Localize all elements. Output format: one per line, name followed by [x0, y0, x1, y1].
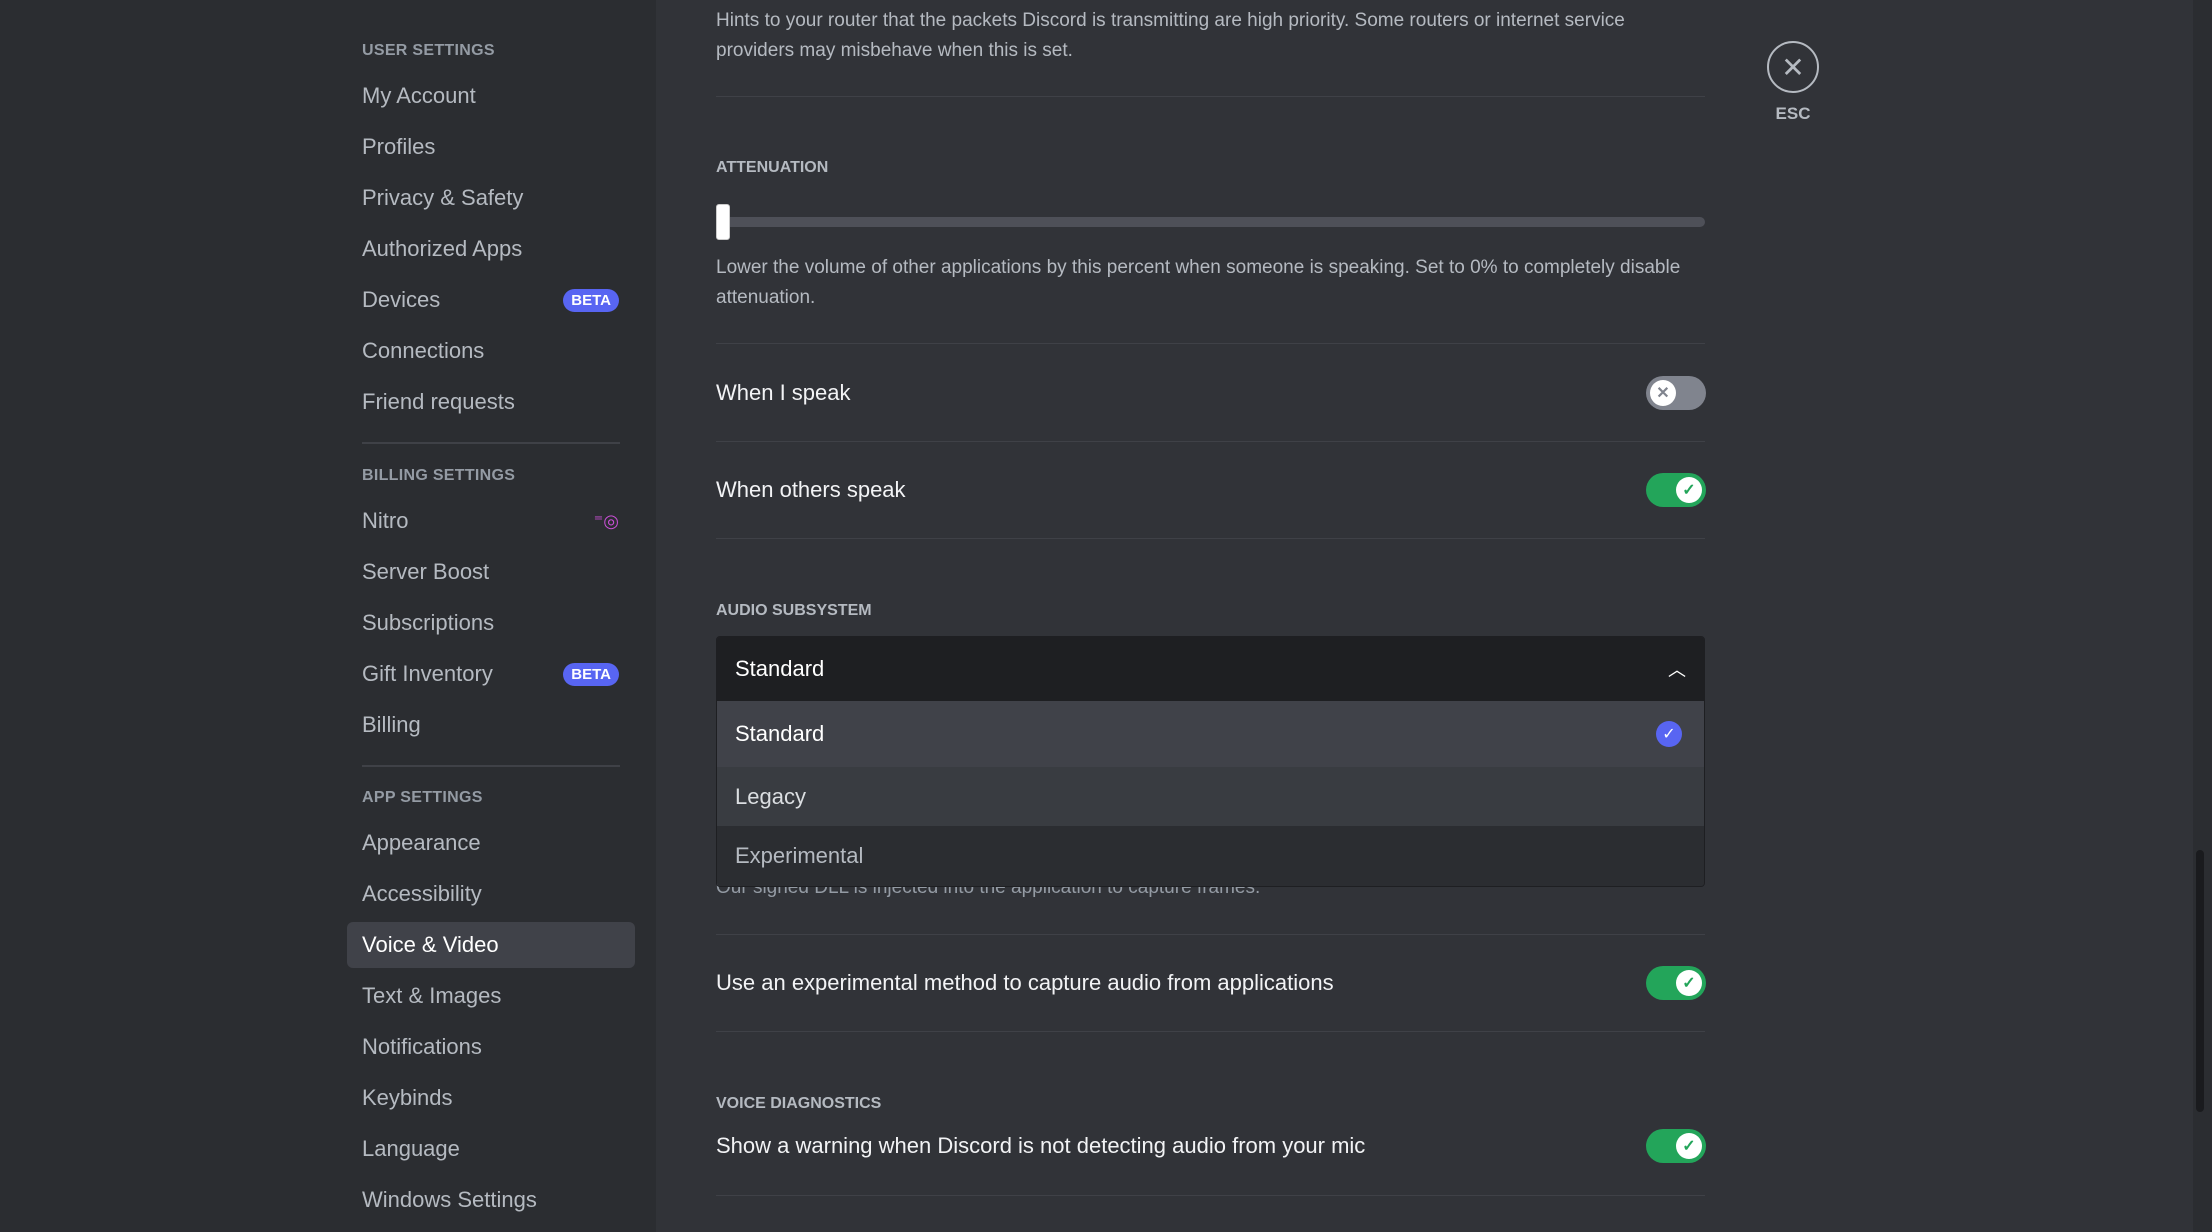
- chevron-up-icon: ︿: [1668, 660, 1686, 680]
- sidebar-item-label: Appearance: [362, 830, 481, 855]
- sidebar-item-label: Language: [362, 1136, 460, 1161]
- sidebar-item-label: Server Boost: [362, 559, 490, 584]
- divider: [362, 765, 620, 767]
- sidebar-item-voice-video[interactable]: Voice & Video: [347, 922, 635, 968]
- check-circle-icon: ✓: [1656, 721, 1682, 747]
- voice-diagnostics-toggle[interactable]: ✓: [1646, 1129, 1706, 1163]
- beta-badge: BETA: [563, 288, 619, 312]
- attenuation-slider-handle[interactable]: [716, 204, 730, 240]
- divider: [716, 343, 1705, 344]
- beta-badge: BETA: [563, 662, 619, 686]
- sidebar-item-label: Friend requests: [362, 389, 515, 414]
- esc-label: ESC: [1775, 104, 1811, 123]
- sidebar-item-windows-settings[interactable]: Windows Settings: [347, 1177, 635, 1223]
- attenuation-description: Lower the volume of other applications b…: [716, 257, 1681, 308]
- sidebar-item-notifications[interactable]: Notifications: [347, 1024, 635, 1070]
- sidebar-item-label: Privacy & Safety: [362, 185, 524, 210]
- close-button[interactable]: ✕: [1767, 41, 1819, 93]
- dropdown-selected[interactable]: Standard ︿: [717, 637, 1704, 701]
- check-icon: ✓: [1676, 970, 1702, 996]
- check-icon: ✓: [1676, 1133, 1702, 1159]
- option-experimental[interactable]: Experimental: [717, 826, 1704, 886]
- divider: [716, 538, 1705, 539]
- audio-subsystem-header: AUDIO SUBSYSTEM: [716, 602, 872, 619]
- when-others-speak-label: When others speak: [716, 477, 906, 502]
- sidebar-item-label: Subscriptions: [362, 610, 495, 635]
- nitro-icon: ⁼◎: [593, 510, 619, 531]
- option-legacy[interactable]: Legacy: [717, 767, 1704, 826]
- voice-diagnostics-label: Show a warning when Discord is not detec…: [716, 1133, 1366, 1158]
- option-label: Experimental: [735, 843, 864, 868]
- divider: [716, 96, 1705, 97]
- sidebar-item-label: Billing: [362, 712, 421, 737]
- settings-sidebar: USER SETTINGS My Account Profiles Privac…: [0, 0, 656, 1232]
- sidebar-item-text-images[interactable]: Text & Images: [347, 973, 635, 1019]
- sidebar-item-label: Authorized Apps: [362, 236, 523, 261]
- sidebar-item-subscriptions[interactable]: Subscriptions: [347, 600, 635, 646]
- scrollbar-thumb[interactable]: [2196, 850, 2204, 1112]
- experimental-capture-label: Use an experimental method to capture au…: [716, 970, 1334, 995]
- sidebar-item-connections[interactable]: Connections: [347, 328, 635, 374]
- sidebar-item-label: Accessibility: [362, 881, 482, 906]
- app-settings-header: APP SETTINGS: [362, 789, 483, 806]
- sidebar-item-billing[interactable]: Billing: [347, 702, 635, 748]
- billing-settings-header: BILLING SETTINGS: [362, 467, 516, 484]
- x-icon: ✕: [1650, 380, 1676, 406]
- attenuation-header: ATTENUATION: [716, 159, 829, 176]
- sidebar-item-my-account[interactable]: My Account: [347, 73, 635, 119]
- attenuation-slider-track[interactable]: [716, 217, 1705, 227]
- sidebar-item-label: Keybinds: [362, 1085, 453, 1110]
- when-i-speak-toggle[interactable]: ✕: [1646, 376, 1706, 410]
- sidebar-item-label: Nitro: [362, 508, 409, 533]
- sidebar-item-keybinds[interactable]: Keybinds: [347, 1075, 635, 1121]
- sidebar-item-accessibility[interactable]: Accessibility: [347, 871, 635, 917]
- sidebar-item-nitro[interactable]: Nitro ⁼◎: [347, 498, 635, 544]
- sidebar-item-label: Connections: [362, 338, 485, 363]
- sidebar-item-label: Text & Images: [362, 983, 502, 1008]
- experimental-capture-toggle[interactable]: ✓: [1646, 966, 1706, 1000]
- sidebar-item-label: Gift Inventory: [362, 661, 493, 686]
- sidebar-item-label: Notifications: [362, 1034, 482, 1059]
- voice-diagnostics-header: VOICE DIAGNOSTICS: [716, 1095, 882, 1112]
- option-label: Legacy: [735, 783, 806, 809]
- when-i-speak-label: When I speak: [716, 380, 851, 405]
- sidebar-item-language[interactable]: Language: [347, 1126, 635, 1172]
- sidebar-item-label: Windows Settings: [362, 1187, 537, 1212]
- audio-subsystem-dropdown[interactable]: Standard ︿ Standard ✓ Legacy Experimental: [716, 636, 1705, 887]
- divider: [362, 442, 620, 444]
- sidebar-item-server-boost[interactable]: Server Boost: [347, 549, 635, 595]
- qos-description: Hints to your router that the packets Di…: [716, 10, 1625, 61]
- check-icon: ✓: [1676, 477, 1702, 503]
- sidebar-item-label: Devices: [362, 287, 441, 312]
- user-settings-header: USER SETTINGS: [362, 42, 495, 59]
- sidebar-item-profiles[interactable]: Profiles: [347, 124, 635, 170]
- divider: [716, 934, 1705, 935]
- sidebar-item-devices[interactable]: Devices BETA: [347, 277, 635, 323]
- sidebar-item-authorized-apps[interactable]: Authorized Apps: [347, 226, 635, 272]
- sidebar-item-label: My Account: [362, 83, 476, 108]
- divider: [716, 1195, 1705, 1196]
- sidebar-item-privacy-safety[interactable]: Privacy & Safety: [347, 175, 635, 221]
- close-icon: ✕: [1781, 51, 1805, 83]
- divider: [716, 1031, 1705, 1032]
- option-label: Standard: [735, 721, 825, 746]
- sidebar-item-label: Voice & Video: [362, 932, 499, 957]
- divider: [716, 441, 1705, 442]
- sidebar-item-friend-requests[interactable]: Friend requests: [347, 379, 635, 425]
- when-others-speak-toggle[interactable]: ✓: [1646, 473, 1706, 507]
- dropdown-value: Standard: [735, 656, 825, 681]
- option-standard[interactable]: Standard ✓: [717, 701, 1704, 767]
- sidebar-item-gift-inventory[interactable]: Gift Inventory BETA: [347, 651, 635, 697]
- sidebar-item-label: Profiles: [362, 134, 436, 159]
- sidebar-item-appearance[interactable]: Appearance: [347, 820, 635, 866]
